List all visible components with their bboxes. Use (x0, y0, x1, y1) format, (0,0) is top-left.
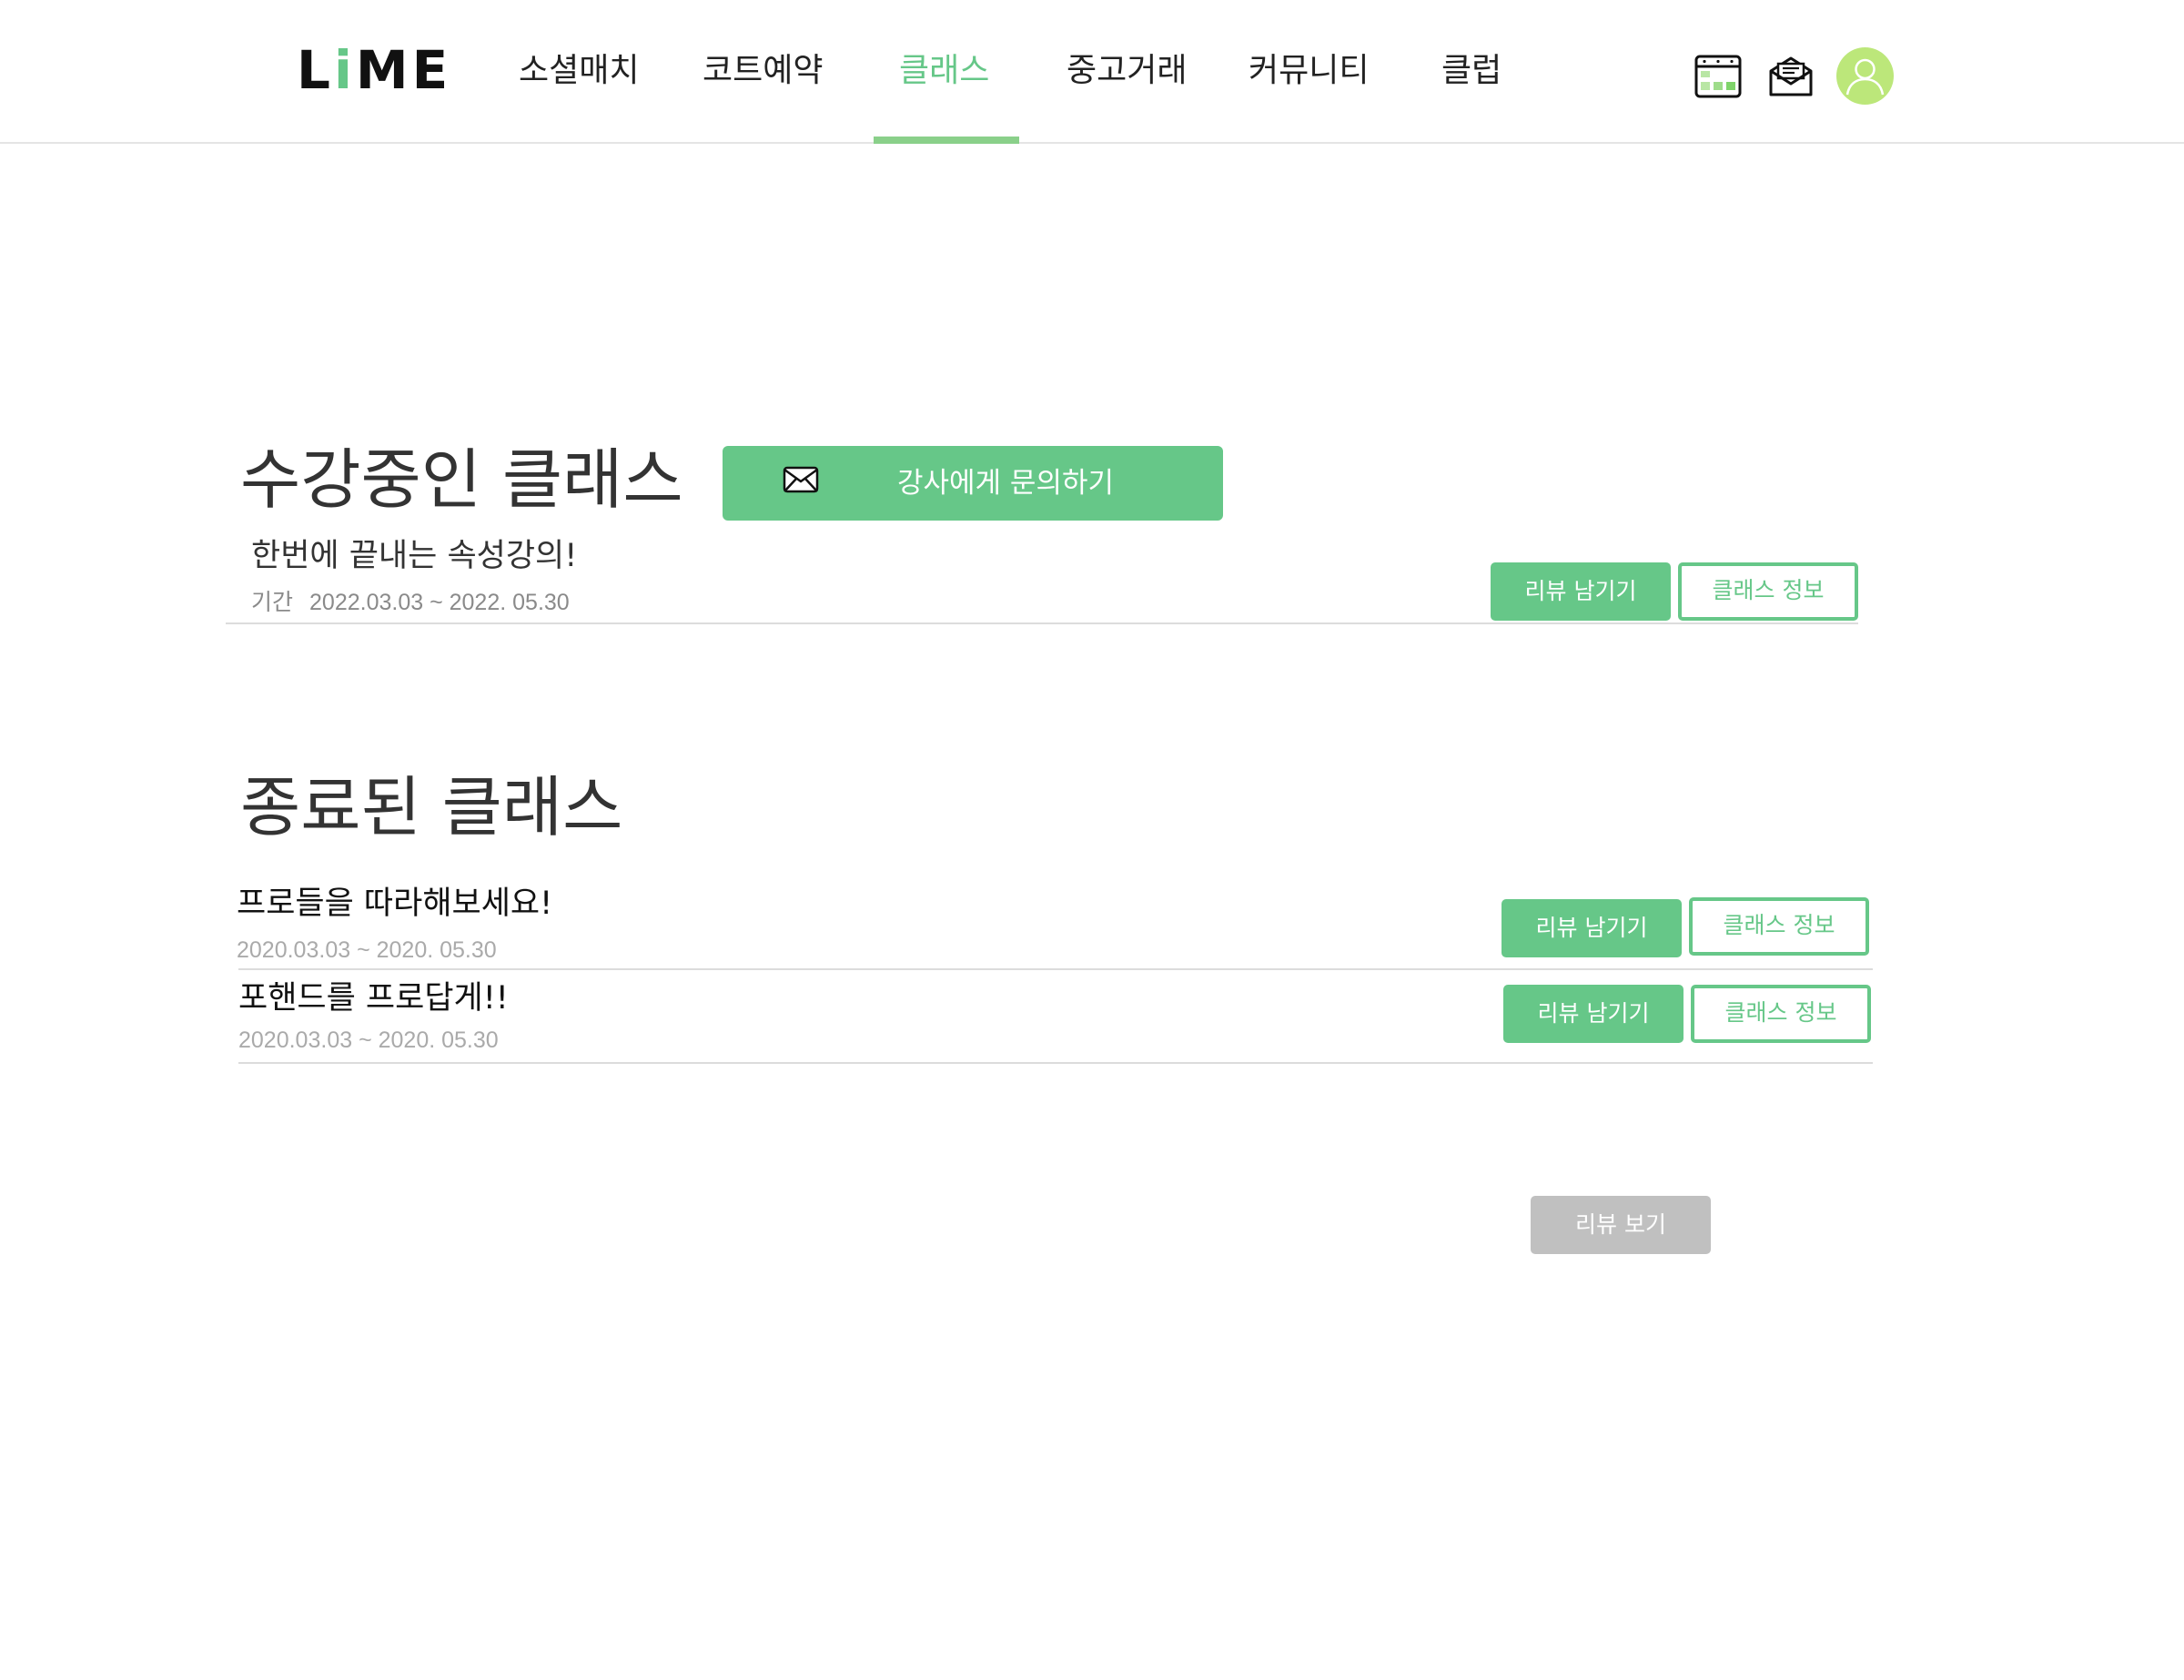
avatar-user-icon[interactable] (1836, 47, 1894, 105)
logo-accent-letter: i (333, 39, 356, 101)
nav-item-court-reservation[interactable]: 코트예약 (703, 44, 823, 98)
finished-class-period-2: 2020.03.03 ~ 2020. 05.30 (238, 1027, 499, 1053)
finished-class-info-button-1[interactable]: 클래스 정보 (1689, 897, 1869, 956)
current-row-divider (226, 622, 1858, 624)
inquire-instructor-button[interactable]: 강사에게 문의하기 (723, 446, 1223, 521)
finished-class-info-button-2[interactable]: 클래스 정보 (1691, 985, 1871, 1043)
view-reviews-button[interactable]: 리뷰 보기 (1531, 1196, 1711, 1254)
top-navigation-bar: LiME 소셜매치 코트예약 클래스 중고거래 커뮤니티 클럽 (0, 0, 2184, 144)
inquire-instructor-label: 강사에게 문의하기 (897, 467, 1115, 500)
nav-item-used-trade[interactable]: 중고거래 (1067, 44, 1187, 98)
finished-review-button-1[interactable]: 리뷰 남기기 (1502, 899, 1682, 957)
period-label: 기간 (251, 590, 294, 615)
finished-class-title-1: 프로들을 따라해보세요! (237, 886, 553, 922)
mail-icon[interactable] (1767, 55, 1815, 98)
nav-item-club[interactable]: 클럽 (1441, 44, 1502, 98)
calendar-icon[interactable] (1694, 55, 1742, 98)
current-classes-heading: 수강중인 클래스 (240, 441, 683, 518)
finished-class-period-1: 2020.03.03 ~ 2020. 05.30 (237, 937, 497, 963)
envelope-icon (783, 466, 819, 497)
finished-class-title-2: 포핸드를 프로답게!! (238, 980, 509, 1017)
active-nav-indicator (874, 137, 1019, 144)
finished-row-divider-1 (238, 968, 1873, 970)
period-value: 2022.03.03 ~ 2022. 05.30 (309, 590, 570, 615)
nav-item-social-match[interactable]: 소셜매치 (519, 44, 639, 98)
finished-review-button-2[interactable]: 리뷰 남기기 (1503, 985, 1684, 1043)
current-class-title: 한번에 끝내는 속성강의! (251, 538, 578, 574)
logo-suffix: ME (355, 39, 452, 101)
logo-prefix: L (297, 39, 334, 101)
current-review-button[interactable]: 리뷰 남기기 (1491, 562, 1671, 621)
nav-item-community[interactable]: 커뮤니티 (1249, 44, 1369, 98)
lime-logo[interactable]: LiME (297, 38, 451, 102)
current-class-period: 기간 2022.03.03 ~ 2022. 05.30 (251, 587, 570, 618)
finished-classes-heading: 종료된 클래스 (240, 769, 623, 845)
nav-item-class[interactable]: 클래스 (899, 44, 989, 98)
current-class-info-button[interactable]: 클래스 정보 (1678, 562, 1858, 621)
finished-row-divider-2 (238, 1062, 1873, 1064)
